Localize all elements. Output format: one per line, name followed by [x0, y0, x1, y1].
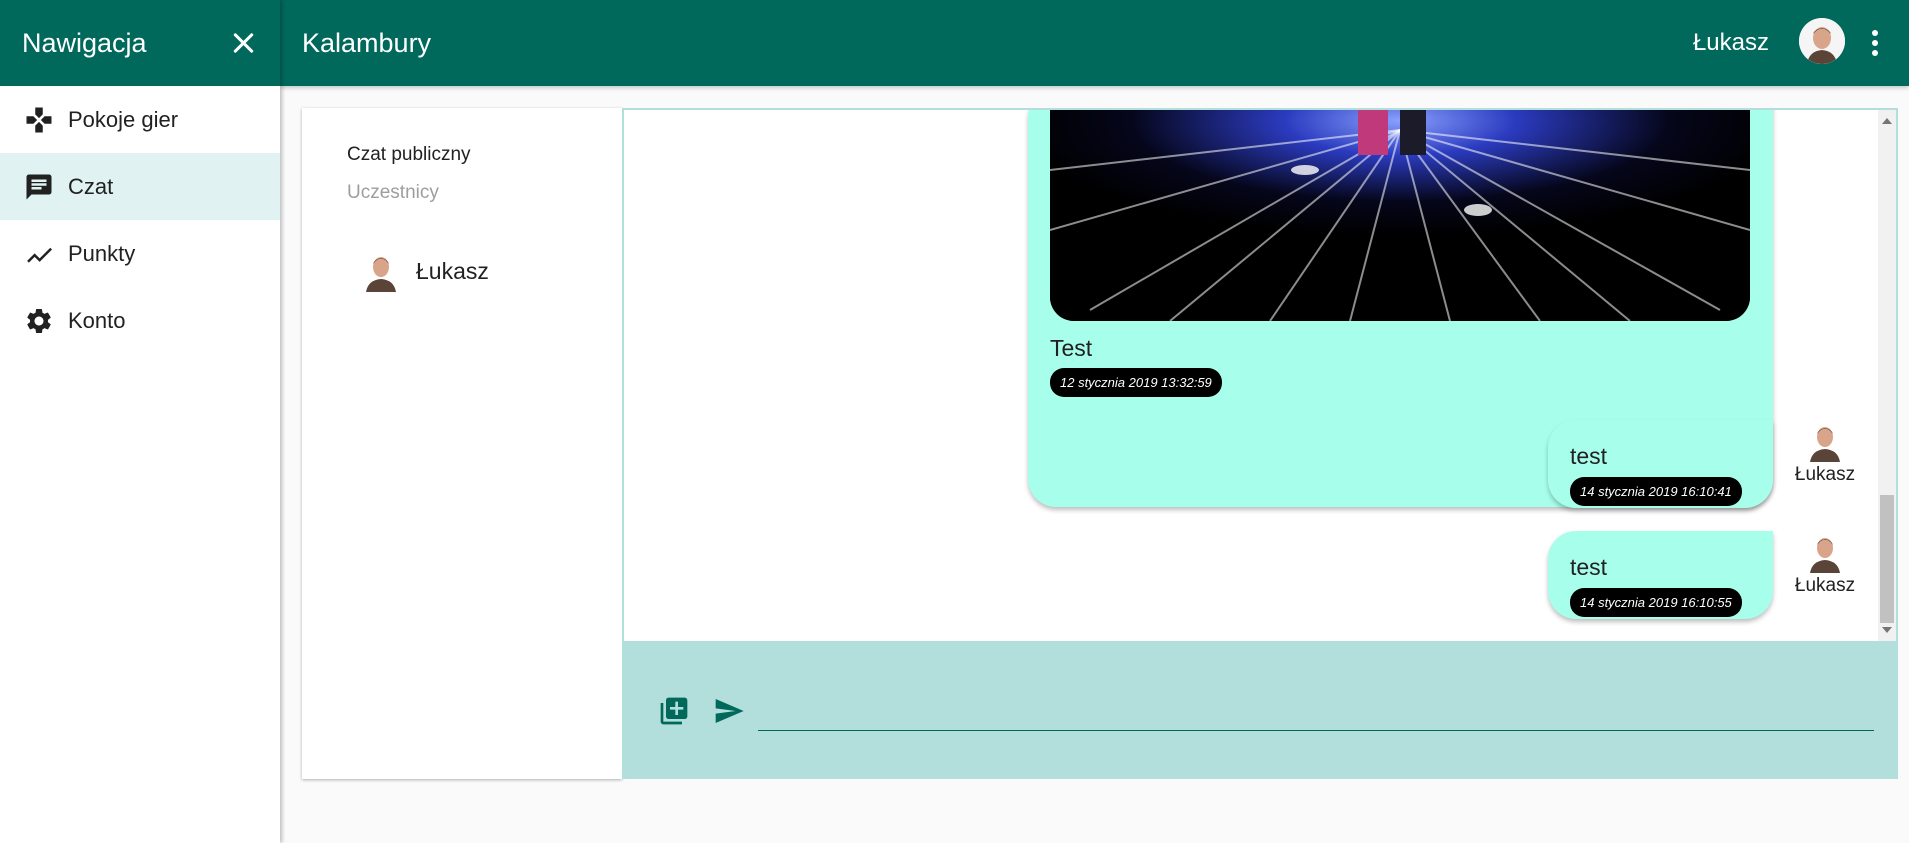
- more-vert-icon[interactable]: [1871, 30, 1879, 56]
- message-text: test: [1570, 443, 1608, 469]
- navigation-drawer: Nawigacja Pokoje gier Czat Punkty Konto: [0, 0, 280, 843]
- message-image[interactable]: [1050, 110, 1750, 321]
- app-title: Kalambury: [302, 27, 432, 58]
- drawer-header: Nawigacja: [0, 0, 280, 86]
- scroll-up-arrow-icon[interactable]: [1882, 118, 1892, 124]
- message-composer: [622, 643, 1898, 779]
- nav-item-punkty[interactable]: Punkty: [0, 220, 280, 287]
- current-user-name[interactable]: Łukasz: [1693, 29, 1769, 57]
- author-avatar: [1807, 531, 1843, 573]
- participant-name: Łukasz: [416, 257, 489, 284]
- message-text: Test: [1050, 335, 1093, 361]
- chat-area: Test 12 stycznia 2019 13:32:59 test 14 s…: [622, 108, 1898, 779]
- author-avatar: [1807, 420, 1843, 462]
- message-list[interactable]: Test 12 stycznia 2019 13:32:59 test 14 s…: [622, 108, 1898, 643]
- nav-item-label: Czat: [68, 173, 114, 199]
- nav-item-label: Pokoje gier: [68, 106, 179, 132]
- app-root: Nawigacja Pokoje gier Czat Punkty Konto …: [0, 0, 1909, 843]
- send-icon[interactable]: [712, 695, 746, 727]
- message-bubble: test 14 stycznia 2019 16:10:55: [1548, 531, 1773, 619]
- chat-icon: [24, 172, 54, 202]
- nav-item-label: Konto: [68, 307, 126, 333]
- settings-icon: [24, 306, 54, 336]
- message-author: Łukasz: [1785, 420, 1865, 486]
- message-scrollbar[interactable]: [1878, 110, 1896, 641]
- participants-panel: Czat publiczny Uczestnicy Łukasz: [302, 108, 622, 779]
- close-icon[interactable]: [230, 29, 258, 57]
- nav-item-czat[interactable]: Czat: [0, 153, 280, 220]
- message-text: test: [1570, 554, 1608, 580]
- participant-avatar: [362, 250, 400, 292]
- author-name: Łukasz: [1794, 575, 1856, 596]
- message-timestamp: 14 stycznia 2019 16:10:41: [1570, 477, 1742, 506]
- app-bar: Kalambury Łukasz: [280, 0, 1909, 86]
- scroll-down-arrow-icon[interactable]: [1882, 627, 1892, 633]
- nav-list: Pokoje gier Czat Punkty Konto: [0, 86, 280, 354]
- gamepad-icon: [24, 105, 54, 135]
- add-photo-icon[interactable]: [658, 695, 690, 727]
- user-avatar[interactable]: [1799, 18, 1845, 64]
- nav-item-label: Punkty: [68, 240, 136, 266]
- drawer-title: Nawigacja: [22, 27, 147, 58]
- participants-heading: Uczestnicy: [347, 182, 439, 203]
- message-timestamp: 12 stycznia 2019 13:32:59: [1050, 368, 1222, 397]
- author-name: Łukasz: [1794, 464, 1856, 485]
- trending-up-icon: [24, 239, 54, 269]
- message-author: Łukasz: [1785, 531, 1865, 597]
- nav-item-pokoje-gier[interactable]: Pokoje gier: [0, 86, 280, 153]
- message-input[interactable]: [758, 695, 1874, 731]
- chat-room-name: Czat publiczny: [347, 144, 471, 165]
- scrollbar-thumb[interactable]: [1880, 495, 1894, 623]
- nav-item-konto[interactable]: Konto: [0, 287, 280, 354]
- participant-item[interactable]: Łukasz: [362, 250, 489, 292]
- message-timestamp: 14 stycznia 2019 16:10:55: [1570, 588, 1742, 617]
- message-bubble: test 14 stycznia 2019 16:10:41: [1548, 420, 1773, 508]
